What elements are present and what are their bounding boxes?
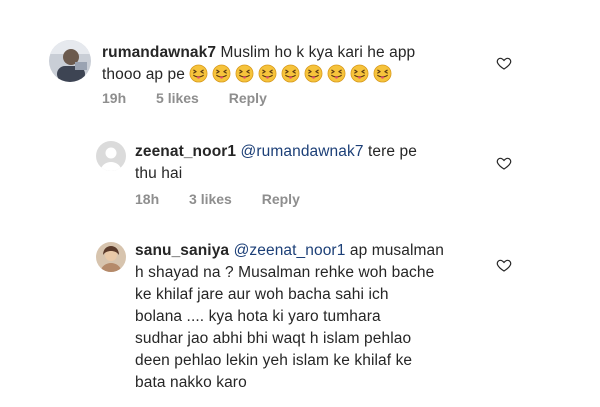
comment-mention[interactable]: @rumandawnak7	[241, 143, 364, 160]
comment-username[interactable]: rumandawnak7	[102, 44, 216, 61]
avatar[interactable]	[96, 242, 126, 272]
comment-text-line: thu hai	[135, 165, 183, 182]
comment-text-line: Muslim ho k kya kari he app	[220, 44, 416, 61]
comment-text-line: ke khilaf jare aur woh bacha sahi ich	[135, 286, 389, 303]
comment-username[interactable]: sanu_saniya	[135, 242, 229, 259]
comment-text-line: h shayad na ? Musalman rehke woh bache	[135, 264, 435, 281]
comment-text-line: sudhar jao abhi bhi waqt h islam pehlao	[135, 330, 412, 347]
comment-timestamp: 18h	[135, 191, 160, 207]
comment-likes[interactable]: 3 likes	[189, 191, 232, 207]
face-with-tongue-squinting-emoji	[350, 64, 369, 83]
comment-text-line: bolana .... kya hota ki yaro tumhara	[135, 308, 381, 325]
comment-timestamp: 19h	[102, 90, 127, 106]
face-with-tongue-squinting-emoji	[304, 64, 323, 83]
default-avatar-icon[interactable]	[96, 141, 126, 171]
comment-likes[interactable]: 5 likes	[156, 90, 199, 106]
face-with-tongue-squinting-emoji	[258, 64, 277, 83]
comment-text-line: thooo ap pe	[102, 66, 185, 83]
face-with-tongue-squinting-emoji	[373, 64, 392, 83]
emoji-row	[189, 64, 396, 83]
comments-screen: rumandawnak7 Muslim ho k kya kari he app…	[0, 0, 600, 407]
comment-text-line: bata nakko karo	[135, 374, 247, 391]
comment-text-line: tere pe	[367, 143, 417, 160]
face-with-tongue-squinting-emoji	[327, 64, 346, 83]
heart-outline-icon[interactable]	[496, 155, 512, 171]
face-with-tongue-squinting-emoji	[212, 64, 231, 83]
face-with-tongue-squinting-emoji	[281, 64, 300, 83]
face-with-tongue-squinting-emoji	[235, 64, 254, 83]
comment-meta: 18h 3 likes Reply	[135, 191, 326, 207]
comment-mention[interactable]: @zeenat_noor1	[234, 242, 346, 259]
reply-button[interactable]: Reply	[229, 90, 267, 106]
face-with-tongue-squinting-emoji	[189, 64, 208, 83]
comment-meta: 19h 5 likes Reply	[102, 90, 293, 106]
comment-text-line: ap musalman	[349, 242, 444, 259]
heart-outline-icon[interactable]	[496, 257, 512, 273]
heart-outline-icon[interactable]	[496, 55, 512, 71]
comment-username[interactable]: zeenat_noor1	[135, 143, 236, 160]
comment-text-line: deen pehlao lekin yeh islam ke khilaf ke	[135, 352, 413, 369]
reply-button[interactable]: Reply	[262, 191, 300, 207]
avatar[interactable]	[49, 40, 91, 82]
